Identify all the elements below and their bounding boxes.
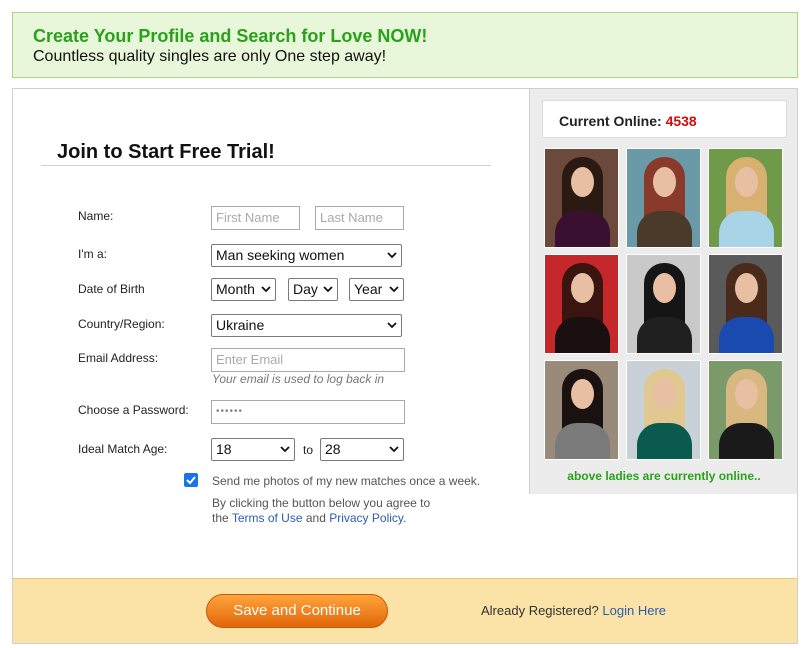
first-name-input[interactable]: First Name xyxy=(211,206,300,230)
profile-photo[interactable] xyxy=(708,360,783,460)
terms-period: . xyxy=(403,511,407,525)
password-input[interactable]: •••••• xyxy=(211,400,405,424)
profile-photo[interactable] xyxy=(708,148,783,248)
terms-line: the Terms of Use and Privacy Policy. xyxy=(212,511,406,525)
banner-title: Create Your Profile and Search for Love … xyxy=(33,26,428,46)
age-to-text: to xyxy=(303,443,314,457)
country-select[interactable]: Ukraine xyxy=(211,314,402,337)
footer-bar: Save and Continue Already Registered? Lo… xyxy=(13,578,797,643)
email-input[interactable]: Enter Email xyxy=(211,348,405,372)
profile-photo[interactable] xyxy=(544,254,619,354)
profile-photo[interactable] xyxy=(626,360,701,460)
checkmark-icon xyxy=(186,476,196,485)
age-label: Ideal Match Age: xyxy=(78,442,168,456)
age-to-select[interactable]: 28 xyxy=(320,438,404,461)
terms-of-use-link[interactable]: Terms of Use xyxy=(232,511,303,525)
signup-card: Join to Start Free Trial! Name: First Na… xyxy=(12,88,798,644)
seeking-select[interactable]: Man seeking women xyxy=(211,244,402,267)
newsletter-checkbox[interactable] xyxy=(184,473,198,487)
profile-photo[interactable] xyxy=(544,148,619,248)
chevron-down-icon xyxy=(280,446,290,453)
banner-subtitle: Countless quality singles are only One s… xyxy=(33,48,387,65)
chevron-down-icon xyxy=(323,286,333,293)
profile-photo[interactable] xyxy=(544,360,619,460)
newsletter-text: Send me photos of my new matches once a … xyxy=(212,474,481,488)
terms-and: and xyxy=(305,511,326,525)
profile-photo[interactable] xyxy=(626,254,701,354)
dob-year-value: Year xyxy=(354,281,383,297)
seeking-value: Man seeking women xyxy=(216,247,345,263)
email-hint: Your email is used to log back in xyxy=(212,372,385,386)
seeking-label: I'm a: xyxy=(78,247,107,261)
form-title: Join to Start Free Trial! xyxy=(57,141,275,163)
password-label: Choose a Password: xyxy=(78,403,189,417)
save-continue-button[interactable]: Save and Continue xyxy=(206,594,388,628)
chevron-down-icon xyxy=(389,446,399,453)
chevron-down-icon xyxy=(387,322,397,329)
age-from-value: 18 xyxy=(216,441,232,457)
online-note: above ladies are currently online.. xyxy=(567,469,761,483)
online-label: Current Online: xyxy=(559,113,662,129)
country-value: Ukraine xyxy=(216,317,265,333)
terms-prefix: By clicking the button below you agree t… xyxy=(212,496,431,510)
promo-banner: Create Your Profile and Search for Love … xyxy=(12,12,798,78)
online-sidebar: Current Online: 4538 above ladies are cu… xyxy=(529,89,797,494)
profile-photo[interactable] xyxy=(708,254,783,354)
dob-month-select[interactable]: Month xyxy=(211,278,276,301)
country-label: Country/Region: xyxy=(78,317,165,331)
chevron-down-icon xyxy=(261,286,271,293)
online-count: 4538 xyxy=(665,113,697,129)
name-label: Name: xyxy=(78,209,114,223)
last-name-input[interactable]: Last Name xyxy=(315,206,404,230)
already-registered: Already Registered? Login Here xyxy=(481,603,666,618)
dob-month-value: Month xyxy=(216,281,255,297)
dob-year-select[interactable]: Year xyxy=(349,278,404,301)
age-to-value: 28 xyxy=(325,441,341,457)
dob-label: Date of Birth xyxy=(78,282,145,296)
online-counter: Current Online: 4538 xyxy=(542,100,787,138)
profile-photo[interactable] xyxy=(626,148,701,248)
dob-day-select[interactable]: Day xyxy=(288,278,338,301)
terms-the: the xyxy=(212,511,229,525)
chevron-down-icon xyxy=(389,286,399,293)
title-divider xyxy=(41,165,491,166)
chevron-down-icon xyxy=(387,252,397,259)
login-link[interactable]: Login Here xyxy=(602,603,666,618)
email-label: Email Address: xyxy=(78,351,159,365)
already-registered-text: Already Registered? xyxy=(481,603,599,618)
privacy-policy-link[interactable]: Privacy Policy xyxy=(329,511,403,525)
age-from-select[interactable]: 18 xyxy=(211,438,295,461)
dob-day-value: Day xyxy=(293,281,318,297)
